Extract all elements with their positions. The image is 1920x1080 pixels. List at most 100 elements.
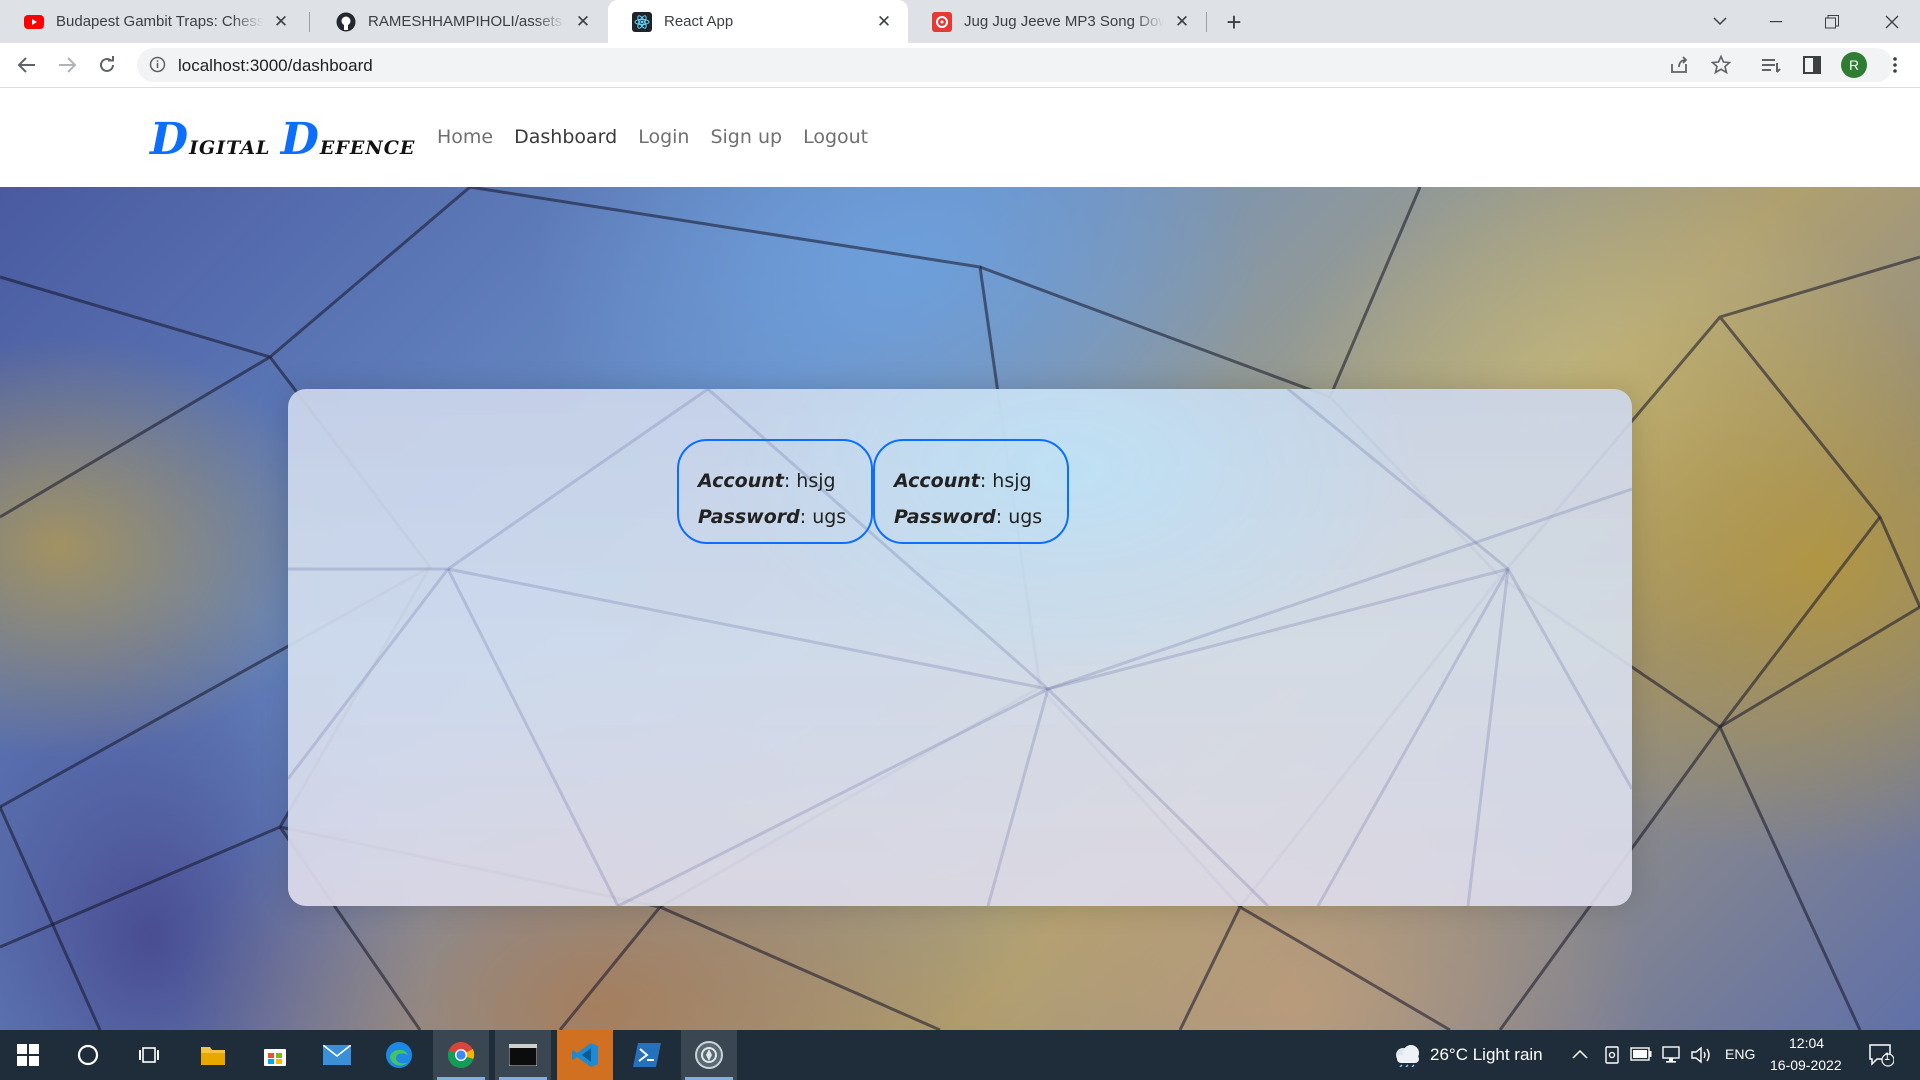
- password-value: ugs: [812, 506, 847, 528]
- nav-signup[interactable]: Sign up: [710, 126, 782, 148]
- dashboard-panel: Account: hsjg Password: ugs Account: hsj…: [288, 389, 1632, 906]
- close-tab-icon[interactable]: ✕: [573, 12, 593, 32]
- terminal-icon: [509, 1044, 537, 1066]
- nav-links: Home Dashboard Login Sign up Logout: [437, 126, 889, 148]
- tab-title: React App: [664, 13, 734, 30]
- search-button[interactable]: [60, 1030, 116, 1080]
- side-panel-icon[interactable]: [1797, 50, 1827, 80]
- password-row: Password: ugs: [894, 506, 1043, 528]
- mail-icon: [323, 1045, 351, 1065]
- restore-button[interactable]: [1804, 0, 1860, 43]
- react-icon: [632, 11, 652, 32]
- start-button[interactable]: [0, 1030, 56, 1080]
- weather-cloud-icon[interactable]: [1392, 1043, 1422, 1072]
- account-value: hsjg: [796, 470, 836, 492]
- tab-strip: Budapest Gambit Traps: Chess Op ✕ RAMESH…: [0, 0, 1920, 43]
- close-window-button[interactable]: [1864, 0, 1920, 43]
- account-row: Account: hsjg: [894, 470, 1032, 492]
- edge-button[interactable]: [371, 1030, 427, 1080]
- chevron-up-icon[interactable]: [1572, 1046, 1588, 1064]
- back-button[interactable]: [12, 50, 42, 80]
- site-navbar: Digital Defence Home Dashboard Login Sig…: [0, 88, 1920, 187]
- chevron-down-icon: [1713, 17, 1727, 26]
- clock-date[interactable]: 16-09-2022: [1770, 1057, 1842, 1073]
- tab-github[interactable]: RAMESHHAMPIHOLI/assets ✕: [312, 0, 607, 43]
- info-icon[interactable]: [149, 56, 166, 78]
- weather-text[interactable]: 26°C Light rain: [1430, 1045, 1543, 1065]
- cortana-circle-icon: [77, 1044, 99, 1066]
- profile-avatar[interactable]: R: [1841, 52, 1867, 78]
- close-tab-icon[interactable]: ✕: [1172, 12, 1192, 32]
- close-tab-icon[interactable]: ✕: [271, 12, 291, 32]
- account-card: Account: hsjg Password: ugs: [677, 439, 873, 544]
- url-text[interactable]: localhost:3000/dashboard: [178, 56, 373, 76]
- battery-icon[interactable]: [1630, 1047, 1652, 1066]
- page-viewport: Digital Defence Home Dashboard Login Sig…: [0, 88, 1920, 1030]
- account-label: Account: [894, 470, 980, 492]
- youtube-icon: [24, 12, 44, 32]
- powershell-button[interactable]: [619, 1030, 675, 1080]
- network-icon[interactable]: [1660, 1045, 1682, 1070]
- store-icon: [264, 1049, 286, 1066]
- language-indicator[interactable]: ENG: [1725, 1046, 1755, 1062]
- forward-button[interactable]: [52, 50, 82, 80]
- tab-search-button[interactable]: [1692, 0, 1748, 43]
- close-tab-icon[interactable]: ✕: [874, 12, 894, 32]
- nav-home[interactable]: Home: [437, 126, 493, 148]
- account-row: Account: hsjg: [698, 470, 836, 492]
- account-value: hsjg: [992, 470, 1032, 492]
- address-bar[interactable]: localhost:3000/dashboard: [137, 48, 1893, 82]
- tab-divider: [1206, 12, 1207, 32]
- nav-dashboard[interactable]: Dashboard: [514, 126, 617, 148]
- chrome-icon: [447, 1042, 475, 1069]
- tab-youtube[interactable]: Budapest Gambit Traps: Chess Op ✕: [0, 0, 305, 43]
- gear-app-icon: [695, 1041, 723, 1069]
- minimize-button[interactable]: [1748, 0, 1804, 43]
- password-label: Password: [894, 506, 996, 528]
- windows-taskbar: 26°C Light rain ENG 12:04 16-09-2022 1: [0, 1030, 1920, 1080]
- tab-react-app[interactable]: React App ✕: [608, 0, 908, 43]
- tab-music[interactable]: Jug Jug Jeeve MP3 Song Downlo ✕: [908, 0, 1206, 43]
- chrome-button[interactable]: [433, 1030, 489, 1080]
- notifications-count: 1: [1884, 1051, 1891, 1063]
- file-explorer-button[interactable]: [185, 1030, 241, 1080]
- arrow-left-icon: [18, 57, 35, 73]
- microsoft-store-button[interactable]: [247, 1030, 303, 1080]
- bookmark-star-icon[interactable]: [1710, 54, 1732, 80]
- more-menu-icon[interactable]: [1880, 50, 1910, 80]
- windows-logo-icon: [17, 1044, 39, 1066]
- device-icon[interactable]: [1604, 1045, 1620, 1070]
- nav-login[interactable]: Login: [638, 126, 689, 148]
- task-view-icon: [139, 1047, 159, 1063]
- password-row: Password: ugs: [698, 506, 847, 528]
- brand-word: igital: [189, 130, 271, 161]
- app-button[interactable]: [681, 1030, 737, 1080]
- nav-logout[interactable]: Logout: [803, 126, 868, 148]
- reading-list-icon[interactable]: [1757, 50, 1787, 80]
- account-label: Account: [698, 470, 784, 492]
- edge-icon: [386, 1042, 412, 1068]
- vscode-icon: [572, 1043, 598, 1067]
- reload-button[interactable]: [92, 50, 122, 80]
- new-tab-button[interactable]: +: [1220, 7, 1248, 37]
- account-card: Account: hsjg Password: ugs: [873, 439, 1069, 544]
- task-view-button[interactable]: [121, 1030, 177, 1080]
- tab-title: RAMESHHAMPIHOLI/assets: [368, 13, 563, 30]
- terminal-button[interactable]: [495, 1030, 551, 1080]
- vscode-button[interactable]: [557, 1030, 613, 1080]
- volume-icon[interactable]: [1690, 1045, 1712, 1070]
- tab-title: Jug Jug Jeeve MP3 Song Downlo: [964, 13, 1164, 30]
- tab-title: Budapest Gambit Traps: Chess Op: [56, 13, 263, 30]
- mail-button[interactable]: [309, 1030, 365, 1080]
- password-value: ugs: [1008, 506, 1043, 528]
- brand-initial: D: [150, 114, 190, 165]
- brand-word: efence: [319, 130, 416, 161]
- powershell-icon: [633, 1043, 661, 1067]
- tab-divider: [309, 12, 310, 32]
- music-icon: [932, 11, 952, 32]
- brand-logo[interactable]: Digital Defence: [150, 114, 415, 165]
- password-label: Password: [698, 506, 800, 528]
- share-icon[interactable]: [1669, 55, 1689, 80]
- clock-time[interactable]: 12:04: [1789, 1035, 1824, 1051]
- reload-icon: [100, 56, 114, 72]
